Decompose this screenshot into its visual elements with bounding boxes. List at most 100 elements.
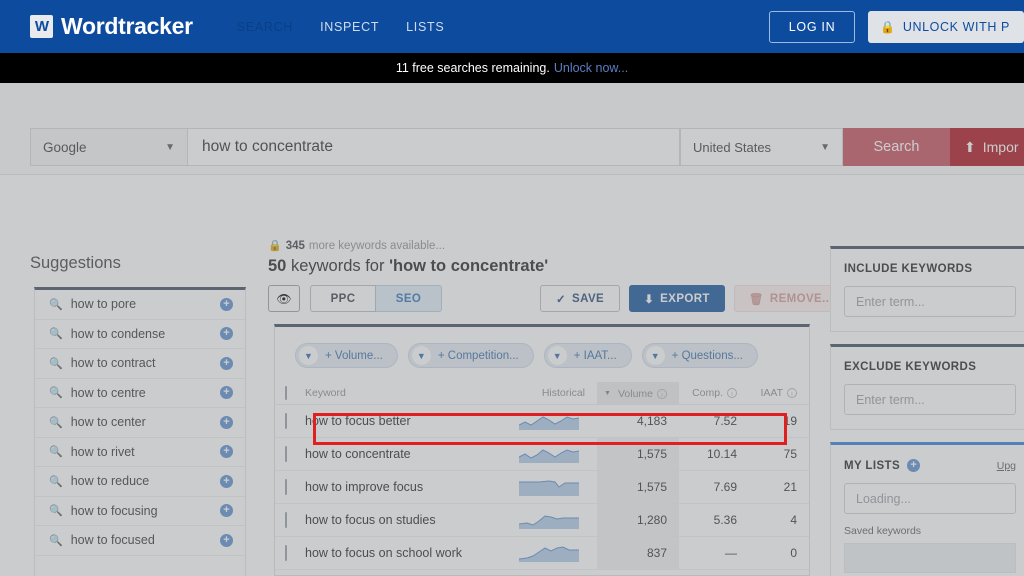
include-keywords-placeholder: Enter term... [856, 294, 925, 309]
suggestion-label: how to condense [70, 326, 166, 341]
row-checkbox[interactable] [285, 412, 287, 429]
funnel-icon: ▼ [645, 346, 665, 365]
info-icon[interactable]: i [657, 388, 667, 399]
more-keywords-text: more keywords available... [308, 239, 446, 252]
nav-item-lists[interactable]: LISTS [406, 20, 444, 34]
cell-volume: 1,575 [597, 437, 679, 471]
keyword-input[interactable]: how to concentrate [188, 128, 680, 166]
column-label-comp: Comp. [692, 386, 723, 399]
upload-icon: ⬆ [964, 138, 976, 155]
add-suggestion-button[interactable]: + [220, 533, 233, 547]
sort-desc-icon: ▼ [604, 390, 611, 397]
export-button[interactable]: ⬇ EXPORT [629, 285, 725, 312]
save-button[interactable]: ✓ SAVE [540, 285, 621, 312]
add-suggestion-button[interactable]: + [220, 356, 233, 370]
saved-keywords-label: Saved keywords [844, 525, 922, 537]
table-row[interactable]: how to concentrate 1,575 10.14 75 [275, 437, 809, 471]
unlock-now-link[interactable]: Unlock now... [554, 61, 628, 75]
row-checkbox[interactable] [285, 478, 287, 495]
row-checkbox[interactable] [285, 544, 287, 561]
column-header-historical[interactable]: Historical [501, 382, 597, 405]
import-button[interactable]: ⬆ Impor [950, 128, 1024, 166]
table-body: how to focus better 4,183 7.52 19 how to con… [275, 404, 809, 570]
column-header-keyword[interactable]: Keyword [305, 382, 501, 405]
upgrade-link[interactable]: Upg [997, 460, 1016, 472]
more-keywords-notice[interactable]: 🔒 345 more keywords available... [268, 239, 446, 253]
nav-item-search[interactable]: SEARCH [237, 20, 293, 34]
search-controls: Google ▼ how to concentrate [30, 128, 680, 166]
info-icon[interactable]: i [727, 387, 737, 398]
row-checkbox[interactable] [285, 445, 287, 462]
tab-ppc[interactable]: PPC [310, 285, 376, 312]
suggestion-label: how to pore [70, 297, 137, 312]
search-icon: 🔍 [49, 534, 63, 547]
suggestion-item[interactable]: 🔍 how to center + [35, 408, 245, 438]
column-header-volume[interactable]: ▼ Volume i [597, 382, 679, 405]
chevron-down-icon: ▼ [165, 141, 175, 153]
suggestion-item[interactable]: 🔍 how to focused + [35, 526, 245, 556]
add-suggestion-button[interactable]: + [220, 386, 233, 400]
search-icon: 🔍 [49, 505, 63, 518]
exclude-keywords-placeholder: Enter term... [856, 392, 925, 407]
filter-pill[interactable]: ▼ + Volume... [295, 343, 398, 368]
filter-pill[interactable]: ▼ + Competition... [407, 343, 534, 368]
filter-pill[interactable]: ▼ + Questions... [641, 343, 758, 368]
suggestion-item[interactable]: 🔍 how to centre + [35, 379, 245, 408]
preview-toggle-button[interactable]: 👁 [268, 285, 300, 312]
add-suggestion-button[interactable]: + [220, 297, 233, 311]
column-header-comp[interactable]: Comp. i [679, 382, 749, 405]
trash-icon: 🗑 [748, 293, 764, 306]
add-suggestion-button[interactable]: + [220, 445, 233, 459]
suggestions-title: Suggestions [30, 254, 121, 272]
table-row[interactable]: how to improve focus 1,575 7.69 21 [275, 470, 809, 504]
suggestion-item[interactable]: 🔍 how to contract + [35, 349, 245, 379]
page-title: 50 keywords for 'how to concentrate' [268, 257, 548, 276]
row-select-cell [275, 536, 305, 570]
select-all-checkbox[interactable] [285, 385, 287, 400]
suggestion-item[interactable]: 🔍 how to rivet + [35, 438, 245, 467]
suggestions-panel: 🔍 how to pore + 🔍 how to condense + 🔍 how to co… [34, 287, 246, 576]
table-row[interactable]: how to focus on studies 1,280 5.36 4 [275, 503, 809, 537]
chevron-down-icon: ▼ [820, 141, 830, 153]
territory-select[interactable]: United States ▼ [680, 128, 843, 166]
cell-volume: 1,280 [597, 503, 679, 537]
suggestion-item[interactable]: 🔍 how to reduce + [35, 467, 245, 497]
suggestion-item[interactable]: 🔍 how to condense + [35, 320, 245, 349]
cell-iaat: 0 [749, 536, 809, 570]
exclude-keywords-title: EXCLUDE KEYWORDS [844, 361, 977, 373]
suggestion-item[interactable]: 🔍 how to pore + [35, 290, 245, 320]
include-keywords-title: INCLUDE KEYWORDS [844, 263, 973, 275]
log-in-button[interactable]: LOG IN [768, 10, 856, 43]
results-card: ▼ + Volume... ▼ + Competition... ▼ + IAAT... ▼… [274, 324, 810, 576]
territory-controls: United States ▼ Search ⬆ Impor [680, 128, 1024, 166]
add-suggestion-button[interactable]: + [220, 415, 233, 429]
add-list-button[interactable]: + [907, 459, 921, 472]
brand-logo[interactable]: W Wordtracker [30, 13, 193, 40]
add-suggestion-button[interactable]: + [220, 504, 233, 518]
tab-seo[interactable]: SEO [376, 285, 442, 312]
search-button[interactable]: Search [843, 128, 950, 166]
unlock-with-pro-button[interactable]: 🔒 UNLOCK WITH P [868, 10, 1024, 43]
add-suggestion-button[interactable]: + [220, 474, 233, 488]
nav-item-inspect[interactable]: INSPECT [320, 20, 379, 34]
keyword-input-value: how to concentrate [202, 138, 333, 155]
table-row[interactable]: how to focus better 4,183 7.52 19 [275, 404, 809, 438]
include-keywords-input[interactable]: Enter term... [844, 286, 1016, 317]
exclude-keywords-input[interactable]: Enter term... [844, 384, 1016, 415]
sparkline-icon [519, 514, 579, 529]
suggestion-label: how to reduce [70, 474, 150, 489]
column-header-iaat[interactable]: IAAT i [749, 382, 809, 405]
my-lists-select[interactable]: Loading... [844, 483, 1016, 514]
row-checkbox[interactable] [285, 511, 287, 528]
my-lists-loading-label: Loading... [856, 491, 911, 506]
search-icon: 🔍 [49, 387, 63, 400]
info-icon[interactable]: i [787, 387, 797, 398]
column-label-historical: Historical [541, 386, 585, 399]
search-engine-select[interactable]: Google ▼ [30, 128, 188, 166]
filter-pill[interactable]: ▼ + IAAT... [543, 343, 632, 368]
filter-pill-label: + Volume... [325, 349, 383, 362]
suggestion-item[interactable]: 🔍 how to focusing + [35, 497, 245, 526]
table-row[interactable]: how to focus on school work 837—0 [275, 536, 809, 570]
app-root: W Wordtracker SEARCH INSPECT LISTS LOG I… [0, 0, 1024, 576]
add-suggestion-button[interactable]: + [220, 327, 233, 341]
